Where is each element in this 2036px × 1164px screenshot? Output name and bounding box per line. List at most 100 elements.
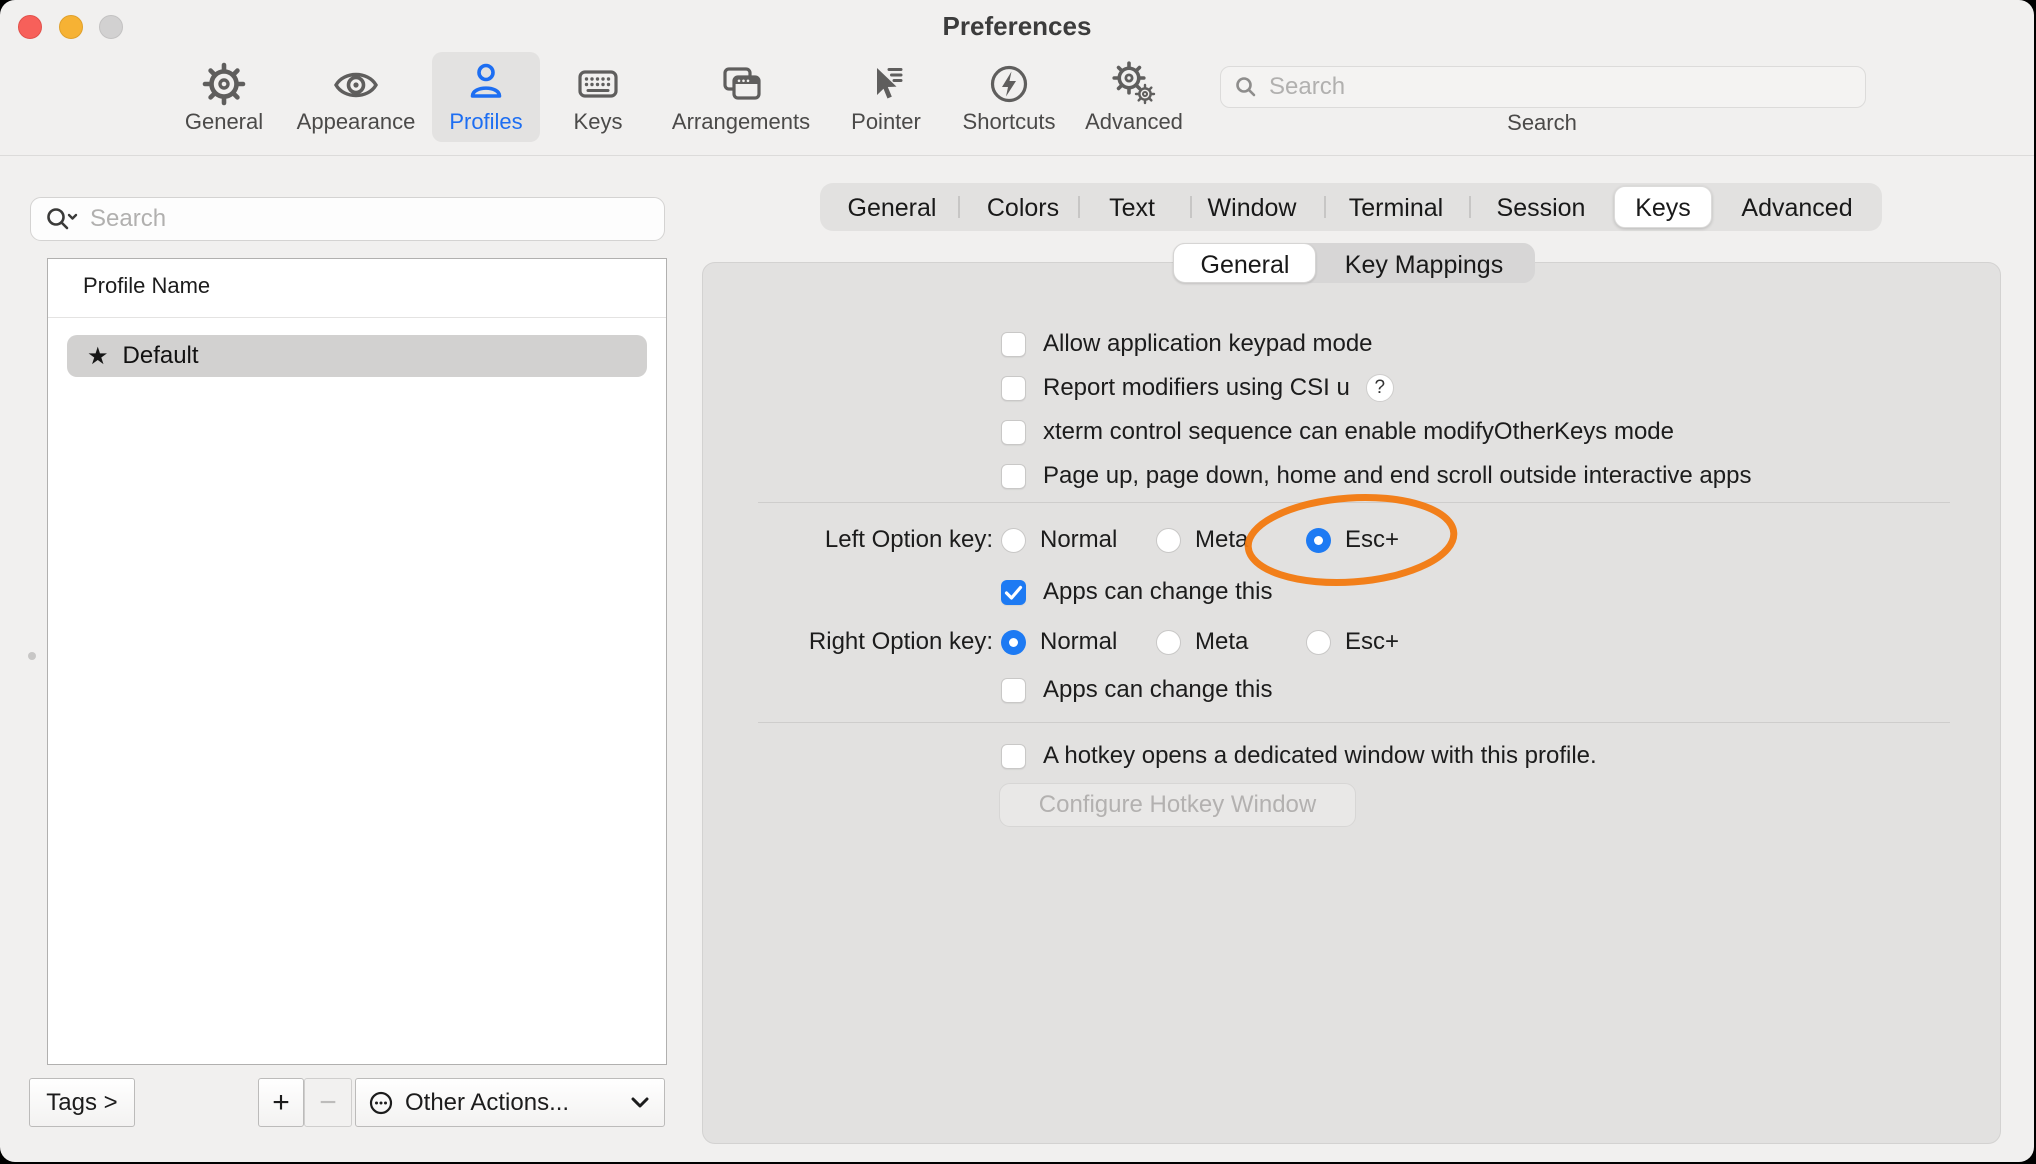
- tab-colors[interactable]: Colors: [987, 194, 1059, 223]
- tab-keys[interactable]: Keys: [1635, 194, 1691, 223]
- toolbar-search-input[interactable]: [1267, 72, 1786, 102]
- other-actions-dropdown[interactable]: Other Actions...: [355, 1078, 665, 1127]
- checkbox-label: xterm control sequence can enable modify…: [1043, 418, 1674, 446]
- checkbox-unchecked[interactable]: [1001, 744, 1026, 769]
- radio-unselected[interactable]: [1156, 630, 1181, 655]
- other-actions-label: Other Actions...: [405, 1089, 569, 1117]
- checkbox-row-keypad[interactable]: Allow application keypad mode: [1001, 330, 1373, 358]
- radio-unselected[interactable]: [1156, 528, 1181, 553]
- checkbox-unchecked[interactable]: [1001, 678, 1026, 703]
- window-title: Preferences: [817, 11, 1217, 42]
- help-button[interactable]: ?: [1366, 374, 1394, 402]
- radio-unselected[interactable]: [1306, 630, 1331, 655]
- toolbar-item-pointer[interactable]: [862, 60, 910, 108]
- radio-unselected[interactable]: [1001, 528, 1026, 553]
- checkbox-row-left-apps-change[interactable]: Apps can change this: [1001, 578, 1273, 606]
- star-icon: ★: [87, 342, 109, 371]
- minus-icon: −: [319, 1086, 337, 1120]
- radio-right-normal[interactable]: Normal: [1001, 628, 1117, 656]
- search-icon: [1233, 74, 1259, 100]
- lightning-icon: [985, 60, 1033, 108]
- tab-session[interactable]: Session: [1497, 194, 1586, 223]
- tab-text[interactable]: Text: [1109, 194, 1155, 223]
- checkbox-row-right-apps-change[interactable]: Apps can change this: [1001, 676, 1273, 704]
- tab-separator: [1190, 196, 1192, 218]
- checkbox-label: Allow application keypad mode: [1043, 330, 1373, 358]
- tab-terminal[interactable]: Terminal: [1349, 194, 1443, 223]
- profile-name: Default: [123, 342, 199, 370]
- checkbox-unchecked[interactable]: [1001, 420, 1026, 445]
- radio-left-normal[interactable]: Normal: [1001, 526, 1117, 554]
- tags-button[interactable]: Tags >: [29, 1078, 135, 1127]
- checkbox-unchecked[interactable]: [1001, 332, 1026, 357]
- left-option-key-label: Left Option key:: [690, 526, 993, 554]
- cursor-icon: [862, 60, 910, 108]
- eye-icon: [332, 60, 380, 108]
- toolbar-item-shortcuts[interactable]: [985, 60, 1033, 108]
- checkbox-row-modifyotherkeys[interactable]: xterm control sequence can enable modify…: [1001, 418, 1674, 446]
- profile-list-header: Profile Name: [83, 273, 210, 299]
- radio-label: Normal: [1040, 526, 1117, 554]
- checkbox-row-csi-u[interactable]: Report modifiers using CSI u ?: [1001, 374, 1394, 402]
- preferences-window: Preferences General Appearance Profiles: [0, 0, 2034, 1162]
- toolbar-label-advanced[interactable]: Advanced: [1044, 109, 1224, 135]
- subtab-general[interactable]: General: [1201, 251, 1290, 280]
- section-separator: [758, 722, 1950, 723]
- profile-search-field[interactable]: [30, 197, 665, 241]
- tab-separator: [1078, 196, 1080, 218]
- configure-hotkey-window-label: Configure Hotkey Window: [1039, 791, 1316, 819]
- configure-hotkey-window-button[interactable]: Configure Hotkey Window: [999, 783, 1356, 827]
- profile-list: Profile Name ★ Default: [47, 258, 667, 1065]
- radio-label: Esc+: [1345, 628, 1399, 656]
- toolbar-search-field[interactable]: [1220, 66, 1866, 108]
- radio-right-meta[interactable]: Meta: [1156, 628, 1248, 656]
- checkbox-unchecked[interactable]: [1001, 376, 1026, 401]
- minimize-button[interactable]: [59, 15, 83, 39]
- ellipsis-circle-icon: [367, 1089, 395, 1117]
- profile-search-input[interactable]: [88, 204, 598, 234]
- person-icon: [462, 58, 510, 106]
- windows-icon: [717, 60, 765, 108]
- radio-right-esc[interactable]: Esc+: [1306, 628, 1399, 656]
- tab-separator: [1324, 196, 1326, 218]
- tab-separator: [958, 196, 960, 218]
- subtab-key-mappings[interactable]: Key Mappings: [1345, 251, 1503, 280]
- right-option-key-label: Right Option key:: [690, 628, 993, 656]
- toolbar-item-keys[interactable]: [574, 60, 622, 108]
- checkbox-unchecked[interactable]: [1001, 464, 1026, 489]
- toolbar-search-caption: Search: [1442, 110, 1642, 136]
- add-profile-button[interactable]: +: [258, 1078, 304, 1127]
- toolbar-item-appearance[interactable]: [332, 60, 380, 108]
- profile-list-divider: [48, 317, 666, 318]
- toolbar-item-arrangements[interactable]: [717, 60, 765, 108]
- checkbox-checked[interactable]: [1001, 580, 1026, 605]
- checkbox-row-hotkey[interactable]: A hotkey opens a dedicated window with t…: [1001, 742, 1597, 770]
- checkbox-label: Apps can change this: [1043, 676, 1273, 704]
- tab-general[interactable]: General: [848, 194, 937, 223]
- keyboard-icon: [574, 60, 622, 108]
- window-edge-dot: [28, 652, 36, 660]
- zoom-button: [99, 15, 123, 39]
- chevron-down-icon: [630, 1096, 650, 1110]
- close-button[interactable]: [18, 15, 42, 39]
- gear-icon: [200, 60, 248, 108]
- radio-label: Meta: [1195, 628, 1248, 656]
- search-scope-icon: [44, 205, 80, 233]
- checkbox-label: Report modifiers using CSI u: [1043, 374, 1350, 402]
- toolbar-item-general[interactable]: [200, 60, 248, 108]
- remove-profile-button[interactable]: −: [304, 1078, 352, 1127]
- tags-button-label: Tags >: [46, 1089, 117, 1117]
- plus-icon: +: [272, 1086, 290, 1120]
- radio-selected[interactable]: [1001, 630, 1026, 655]
- toolbar-separator: [0, 155, 2034, 156]
- gears-icon: [1110, 60, 1158, 108]
- annotation-ellipse: [1234, 486, 1470, 596]
- checkbox-label: A hotkey opens a dedicated window with t…: [1043, 742, 1597, 770]
- toolbar-item-advanced[interactable]: [1110, 60, 1158, 108]
- toolbar-item-profiles[interactable]: [462, 58, 510, 106]
- tab-advanced[interactable]: Advanced: [1741, 194, 1852, 223]
- profile-row-default[interactable]: ★ Default: [67, 335, 647, 377]
- tab-separator: [1469, 196, 1471, 218]
- radio-label: Normal: [1040, 628, 1117, 656]
- tab-window[interactable]: Window: [1208, 194, 1297, 223]
